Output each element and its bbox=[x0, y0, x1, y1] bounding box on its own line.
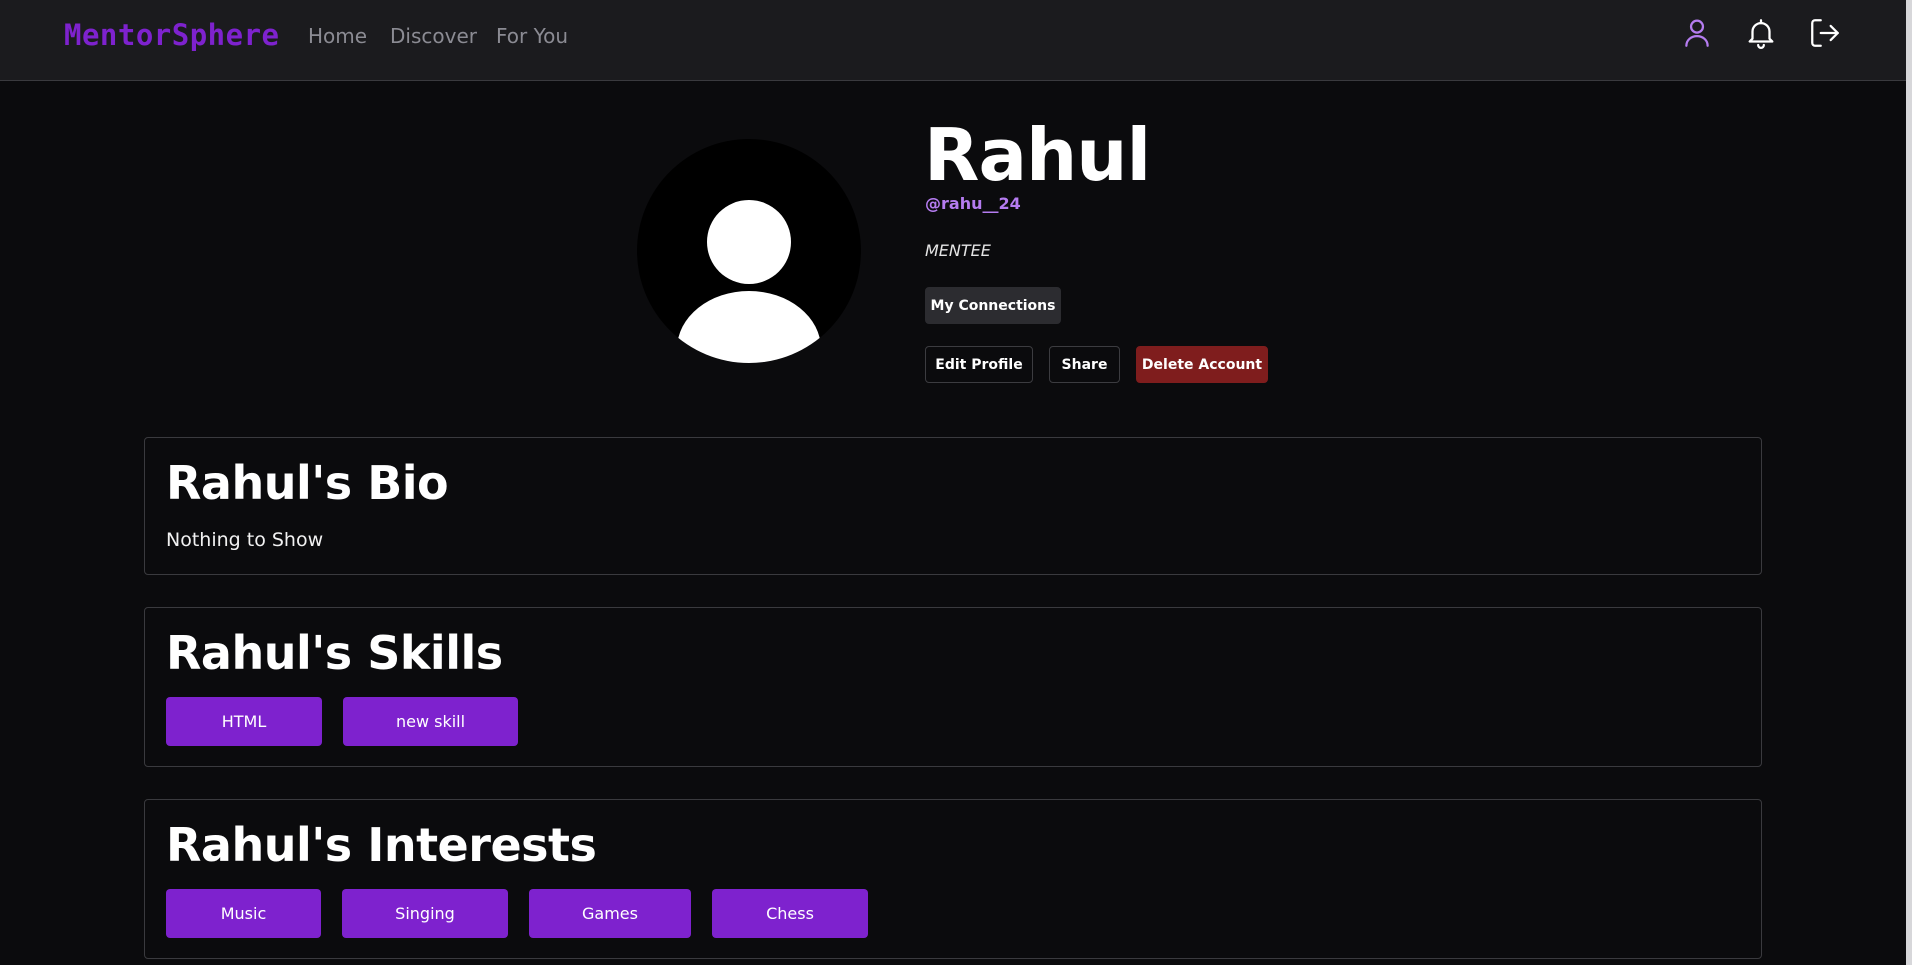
interest-chip-games[interactable]: Games bbox=[529, 889, 691, 938]
delete-account-button[interactable]: Delete Account bbox=[1136, 346, 1268, 383]
my-connections-button[interactable]: My Connections bbox=[925, 287, 1061, 324]
profile-name: Rahul bbox=[924, 113, 1151, 197]
bio-title: Rahul's Bio bbox=[166, 456, 449, 510]
bio-card: Rahul's Bio Nothing to Show bbox=[144, 437, 1762, 575]
skill-chip-html[interactable]: HTML bbox=[166, 697, 322, 746]
interest-chip-music[interactable]: Music bbox=[166, 889, 321, 938]
scrollbar[interactable] bbox=[1906, 0, 1912, 965]
bio-text: Nothing to Show bbox=[166, 529, 324, 551]
share-button[interactable]: Share bbox=[1049, 346, 1120, 383]
nav-link-for-you[interactable]: For You bbox=[496, 24, 568, 48]
user-icon[interactable] bbox=[1680, 16, 1714, 50]
skills-card: Rahul's Skills HTML new skill bbox=[144, 607, 1762, 767]
nav-link-home[interactable]: Home bbox=[308, 24, 367, 48]
profile-role: MENTEE bbox=[925, 241, 991, 260]
default-avatar-icon bbox=[637, 139, 861, 363]
top-navbar: MentorSphere Home Discover For You bbox=[0, 0, 1906, 81]
brand-logo[interactable]: MentorSphere bbox=[64, 18, 280, 52]
scrollbar-thumb[interactable] bbox=[1906, 0, 1912, 965]
logout-icon[interactable] bbox=[1808, 16, 1842, 50]
interests-card: Rahul's Interests Music Singing Games Ch… bbox=[144, 799, 1762, 959]
skills-title: Rahul's Skills bbox=[166, 626, 503, 680]
bell-icon[interactable] bbox=[1744, 16, 1778, 50]
skill-chip-new-skill[interactable]: new skill bbox=[343, 697, 518, 746]
profile-handle: @rahu__24 bbox=[925, 194, 1021, 213]
interest-chip-singing[interactable]: Singing bbox=[342, 889, 508, 938]
interests-title: Rahul's Interests bbox=[166, 818, 597, 872]
interest-chip-chess[interactable]: Chess bbox=[712, 889, 868, 938]
edit-profile-button[interactable]: Edit Profile bbox=[925, 346, 1033, 383]
nav-link-discover[interactable]: Discover bbox=[390, 24, 477, 48]
